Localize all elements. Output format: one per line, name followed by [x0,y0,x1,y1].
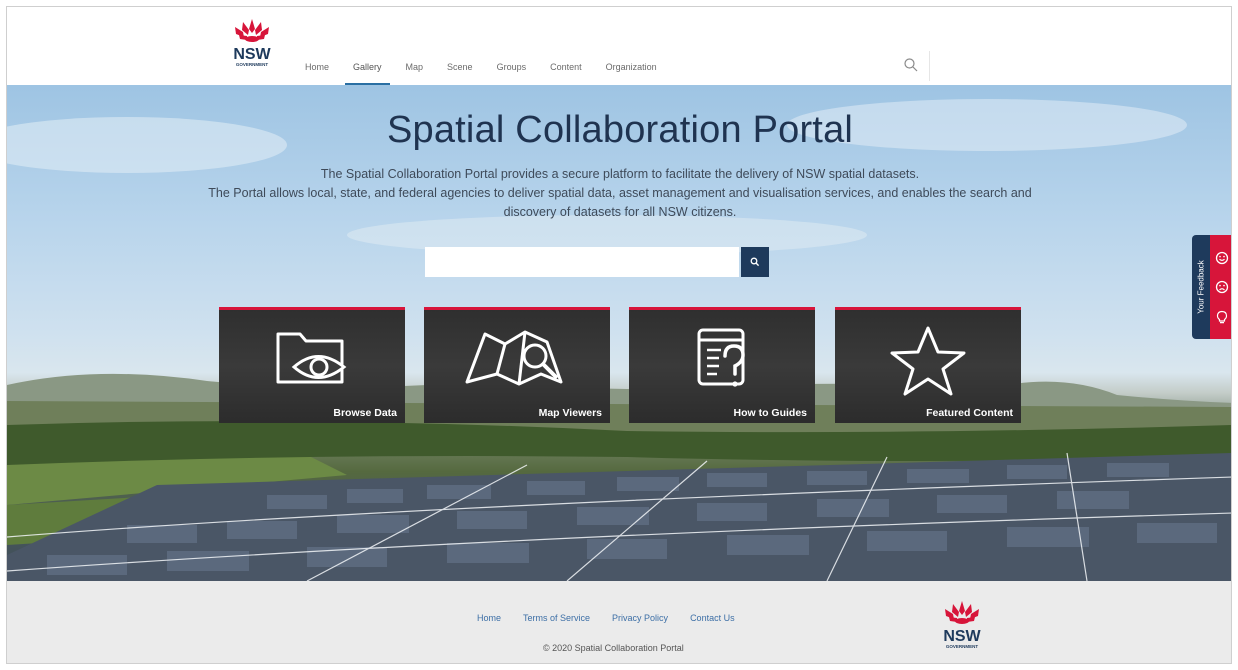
footer: Home Terms of Service Privacy Policy Con… [7,581,1231,663]
logo-subtext: GOVERNMENT [946,644,979,649]
tile-featured-content[interactable]: Featured Content [835,307,1021,423]
footer-link-terms[interactable]: Terms of Service [523,613,590,623]
folder-eye-icon [276,332,347,384]
page-title: Spatial Collaboration Portal [386,109,854,151]
document-question-icon [697,328,745,387]
footer-link-privacy[interactable]: Privacy Policy [612,613,668,623]
logo-subtext: GOVERNMENT [236,62,269,67]
tile-how-to-guides[interactable]: How to Guides [629,307,815,423]
lightbulb-icon[interactable] [1215,310,1229,324]
hero-description-line-1: The Spatial Collaboration Portal provide… [320,167,920,181]
footer-link-contact[interactable]: Contact Us [690,613,735,623]
tile-label: How to Guides [733,407,808,419]
main-nav: Home Gallery Map Scene Groups Content Or… [293,51,669,85]
tile-label: Featured Content [926,407,1013,419]
map-search-icon [465,330,563,386]
tile-browse-data[interactable]: Browse Data [219,307,405,423]
nav-item-gallery[interactable]: Gallery [341,51,394,85]
logo-wordmark: NSW [943,628,981,645]
quick-links: Browse Data Map Viewers How to Guides Fe… [219,307,1021,423]
nav-item-home[interactable]: Home [293,51,341,85]
footer-nsw-logo[interactable]: NSW GOVERNMENT [939,599,985,655]
smile-icon[interactable] [1215,251,1229,265]
feedback-label: Your Feedback [1196,260,1206,314]
nav-item-organization[interactable]: Organization [594,51,669,85]
header: NSW GOVERNMENT Home Gallery Map Scene Gr… [7,7,1231,85]
logo-wordmark: NSW [233,46,271,63]
tile-label: Map Viewers [538,407,602,419]
nav-item-content[interactable]: Content [538,51,594,85]
search-icon [750,257,760,267]
star-icon [890,326,966,396]
page-frame: NSW GOVERNMENT Home Gallery Map Scene Gr… [6,6,1232,664]
hero-banner: Spatial Collaboration Portal The Spatial… [7,85,1231,581]
hero-search [425,247,769,277]
feedback-tab[interactable]: Your Feedback [1192,235,1231,339]
hero-description-line-2: The Portal allows local, state, and fede… [208,186,1032,219]
feedback-icons [1210,235,1231,339]
hero-description: The Spatial Collaboration Portal provide… [207,165,1033,222]
nav-item-groups[interactable]: Groups [485,51,539,85]
footer-link-home[interactable]: Home [477,613,501,623]
feedback-label-column: Your Feedback [1192,235,1210,339]
nsw-logo[interactable]: NSW GOVERNMENT [229,17,275,73]
header-divider [929,51,930,81]
frown-icon[interactable] [1215,280,1229,294]
nav-item-map[interactable]: Map [394,51,436,85]
search-input[interactable] [425,247,739,277]
tile-map-viewers[interactable]: Map Viewers [424,307,610,423]
footer-links: Home Terms of Service Privacy Policy Con… [477,613,735,623]
search-icon[interactable] [903,57,919,73]
tile-label: Browse Data [333,407,397,419]
search-submit-button[interactable] [741,247,769,277]
copyright: © 2020 Spatial Collaboration Portal [543,643,684,653]
nav-item-scene[interactable]: Scene [435,51,485,85]
